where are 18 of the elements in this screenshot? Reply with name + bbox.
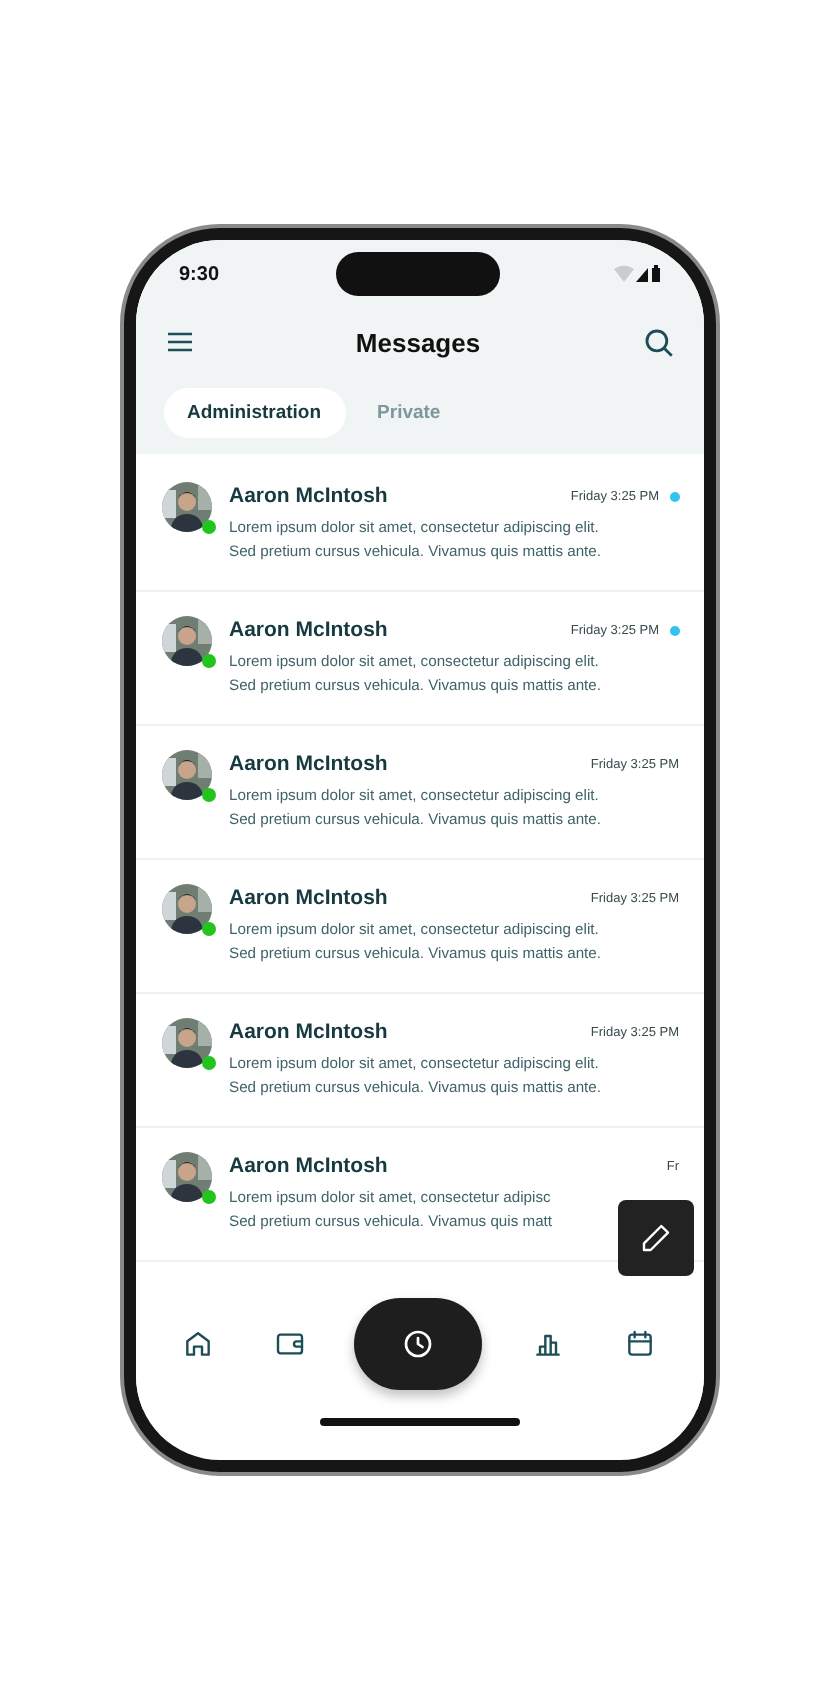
nav-button[interactable] [354,1298,483,1390]
sender-name: Aaron McIntosh [229,1020,388,1044]
status-icons [614,264,663,284]
tab[interactable]: Administration [163,388,346,438]
clock-icon [400,1326,437,1362]
sender-name: Aaron McIntosh [229,752,388,776]
sender-name: Aaron McIntosh [229,484,388,508]
search-icon [641,325,675,359]
sender-name: Aaron McIntosh [229,1154,388,1178]
status-time: 9:30 [179,263,220,285]
screen-title: Messages [355,327,481,357]
calendar-icon [624,1326,657,1362]
compose-button[interactable] [617,1200,693,1276]
sender-name: Aaron McIntosh [229,886,388,910]
home-icon [181,1326,214,1362]
pencil-icon [639,1222,671,1254]
search-button[interactable] [641,325,675,359]
sender-name: Aaron McIntosh [229,618,388,642]
